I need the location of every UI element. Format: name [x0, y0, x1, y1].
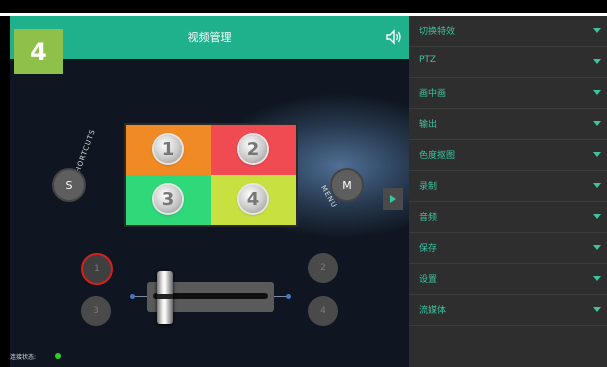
preview-cell-4[interactable]: 4 — [211, 175, 296, 225]
menu-item-label: PTZ — [419, 55, 437, 65]
number-4-icon: 4 — [239, 185, 267, 213]
top-black-bar — [0, 0, 607, 13]
expand-arrow-button[interactable] — [383, 188, 403, 210]
menu-item-transition[interactable]: 切换特效 — [409, 16, 607, 47]
tbar-right-dot — [286, 294, 291, 299]
menu-item-pip[interactable]: 画中画 — [409, 78, 607, 109]
menu-item-label: 录制 — [419, 182, 438, 192]
menu-item-label: 画中画 — [419, 89, 447, 99]
channel-2-button[interactable]: 2 — [308, 253, 338, 283]
menu-item-label: 保存 — [419, 244, 438, 254]
chevron-down-icon — [593, 307, 601, 312]
tbar-handle[interactable] — [157, 271, 173, 324]
page-title: 视频管理 — [187, 31, 232, 44]
connection-status-label: 连接状态: — [10, 354, 37, 361]
channel-4-button[interactable]: 4 — [308, 296, 338, 326]
step-badge: 4 — [14, 29, 63, 74]
chevron-down-icon — [593, 152, 601, 157]
menu-item-output[interactable]: 输出 — [409, 109, 607, 140]
menu-item-ptz[interactable]: PTZ — [409, 47, 607, 78]
chevron-down-icon — [593, 245, 601, 250]
shortcut-button[interactable]: S — [54, 170, 84, 200]
menu-item-audio[interactable]: 音频 — [409, 202, 607, 233]
channel-3-button[interactable]: 3 — [81, 296, 111, 326]
preview-cell-1[interactable]: 1 — [126, 125, 211, 175]
settings-sidebar: 切换特效 PTZ 画中画 输出 色度抠图 录制 音频 保存 设置 流媒体 — [409, 16, 607, 367]
chevron-down-icon — [593, 183, 601, 188]
number-1-icon: 1 — [154, 135, 182, 163]
chevron-down-icon — [593, 276, 601, 281]
chevron-down-icon — [593, 214, 601, 219]
preview-cell-3[interactable]: 3 — [126, 175, 211, 225]
menu-item-chroma-key[interactable]: 色度抠图 — [409, 140, 607, 171]
number-2-icon: 2 — [239, 135, 267, 163]
speaker-icon[interactable] — [385, 28, 403, 46]
multiview-preview: 1 2 3 4 — [124, 123, 298, 227]
menu-item-save[interactable]: 保存 — [409, 233, 607, 264]
tbar-left-dot — [130, 294, 135, 299]
chevron-down-icon — [593, 28, 601, 33]
connection-indicator-icon — [55, 353, 61, 359]
menu-item-label: 流媒体 — [419, 306, 447, 316]
header-bar: 视频管理 — [10, 16, 409, 59]
menu-item-settings[interactable]: 设置 — [409, 264, 607, 295]
menu-item-label: 输出 — [419, 120, 438, 130]
menu-item-record[interactable]: 录制 — [409, 171, 607, 202]
menu-item-label: 音频 — [419, 213, 438, 223]
chevron-down-icon — [593, 59, 601, 64]
menu-item-label: 色度抠图 — [419, 151, 456, 161]
number-3-icon: 3 — [154, 185, 182, 213]
menu-item-label: 切换特效 — [419, 27, 456, 37]
menu-button[interactable]: M — [332, 170, 362, 200]
channel-1-button[interactable]: 1 — [81, 253, 113, 285]
chevron-down-icon — [593, 121, 601, 126]
preview-cell-2[interactable]: 2 — [211, 125, 296, 175]
video-management-panel: 视频管理 1 2 3 4 SHORTCUTS S MENU M 1 2 3 4 — [10, 16, 409, 367]
menu-item-label: 设置 — [419, 275, 438, 285]
chevron-down-icon — [593, 90, 601, 95]
menu-item-streaming[interactable]: 流媒体 — [409, 295, 607, 326]
